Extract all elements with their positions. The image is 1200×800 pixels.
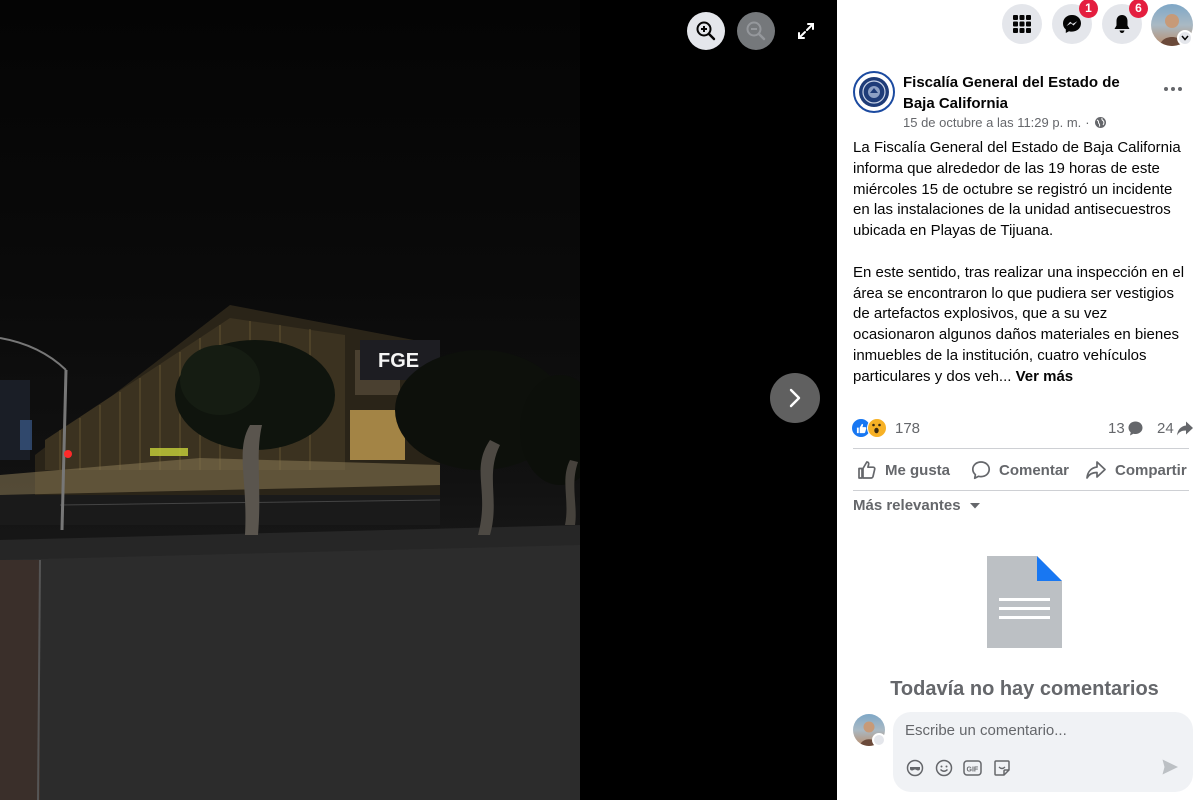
building-sign: FGE — [378, 350, 419, 372]
page-logo-icon — [859, 77, 889, 107]
notifications-badge: 6 — [1129, 0, 1148, 18]
zoom-out-icon — [746, 21, 766, 41]
send-comment-button[interactable] — [1161, 758, 1179, 781]
comment-count-value: 13 — [1108, 420, 1125, 437]
composer-profile-chevron[interactable] — [872, 733, 886, 747]
comment-sort-label: Más relevantes — [853, 497, 961, 514]
share-arrow-icon — [1176, 421, 1193, 436]
see-more-link[interactable]: Ver más — [1016, 368, 1074, 385]
top-bar: 1 6 — [837, 0, 1200, 50]
post-photo[interactable]: FGE — [0, 0, 580, 800]
emoji-icon — [935, 759, 952, 776]
globe-icon — [1094, 117, 1106, 128]
chevron-down-icon — [1181, 35, 1189, 41]
like-button-label: Me gusta — [885, 461, 951, 479]
avatar-sticker-button[interactable] — [905, 758, 924, 777]
post-meta: 15 de octubre a las 11:29 p. m. · — [903, 115, 1107, 130]
zoom-in-button[interactable] — [687, 12, 725, 50]
share-icon — [1086, 461, 1106, 479]
photo-viewer: FGE — [0, 0, 837, 800]
like-button[interactable]: Me gusta — [857, 452, 950, 488]
page-name[interactable]: Fiscalía General del Estado de Baja Cali… — [903, 72, 1143, 114]
menu-button[interactable] — [1002, 4, 1042, 44]
chevron-right-icon — [789, 388, 801, 408]
gif-icon: GIF — [963, 759, 982, 776]
next-photo-button[interactable] — [770, 373, 820, 423]
post-body: La Fiscalía General del Estado de Baja C… — [853, 138, 1193, 388]
composer-tools: GIF — [905, 758, 1011, 777]
thumbs-up-icon — [858, 461, 876, 479]
post-paragraph: En este sentido, tras realizar una inspe… — [853, 263, 1185, 385]
reaction-icons[interactable] — [851, 418, 887, 438]
more-dots-icon — [1164, 87, 1182, 91]
divider — [853, 448, 1189, 449]
comment-composer: GIF — [893, 712, 1193, 792]
no-comments-title: Todavía no hay comentarios — [890, 678, 1159, 700]
messenger-button[interactable]: 1 — [1052, 0, 1098, 44]
empty-document-icon — [987, 556, 1062, 648]
comment-sort-dropdown[interactable]: Más relevantes — [853, 497, 981, 514]
sticker-button[interactable] — [992, 758, 1011, 777]
bell-icon — [1114, 15, 1130, 33]
post-panel: 1 6 Fiscalía General del Estado de Baja … — [837, 0, 1200, 800]
share-button-label: Compartir — [1115, 461, 1187, 479]
emoji-button[interactable] — [934, 758, 953, 777]
send-icon — [1162, 759, 1178, 775]
comment-icon — [971, 461, 991, 480]
gif-button[interactable]: GIF — [963, 758, 982, 777]
caret-down-icon — [969, 502, 980, 508]
reactions-summary: 178 13 24 — [851, 418, 1194, 440]
post-paragraph: La Fiscalía General del Estado de Baja C… — [853, 139, 1181, 240]
post-options-button[interactable] — [1161, 79, 1185, 99]
messenger-icon — [1063, 15, 1081, 33]
comment-bubble-icon — [1128, 421, 1143, 436]
svg-text:GIF: GIF — [967, 766, 979, 773]
grid-menu-icon — [1013, 15, 1031, 33]
comment-input[interactable] — [905, 722, 1175, 739]
comment-count[interactable]: 13 — [1108, 420, 1144, 437]
wow-reaction-icon — [867, 418, 887, 438]
messenger-badge: 1 — [1079, 0, 1098, 18]
post-paragraph-2: En este sentido, tras realizar una inspe… — [853, 263, 1193, 388]
comment-button[interactable]: Comentar — [971, 452, 1069, 488]
notifications-button[interactable]: 6 — [1102, 0, 1148, 44]
post-actions: Me gusta Comentar Compartir — [853, 452, 1193, 488]
sticker-icon — [993, 759, 1010, 776]
page-avatar[interactable] — [853, 71, 895, 113]
share-button[interactable]: Compartir — [1085, 452, 1187, 488]
share-count[interactable]: 24 — [1157, 420, 1194, 437]
fullscreen-button[interactable] — [787, 12, 825, 50]
avatar-sticker-icon — [906, 759, 923, 776]
comment-button-label: Comentar — [999, 461, 1070, 479]
account-menu-button[interactable] — [1177, 30, 1193, 46]
night-building-photo: FGE — [0, 305, 580, 800]
share-count-value: 24 — [1157, 420, 1174, 437]
zoom-in-icon — [696, 21, 716, 41]
reaction-count[interactable]: 178 — [895, 420, 920, 437]
post-timestamp[interactable]: 15 de octubre a las 11:29 p. m. — [903, 115, 1081, 130]
zoom-out-button[interactable] — [737, 12, 775, 50]
fullscreen-icon — [798, 23, 814, 39]
divider — [853, 490, 1189, 491]
